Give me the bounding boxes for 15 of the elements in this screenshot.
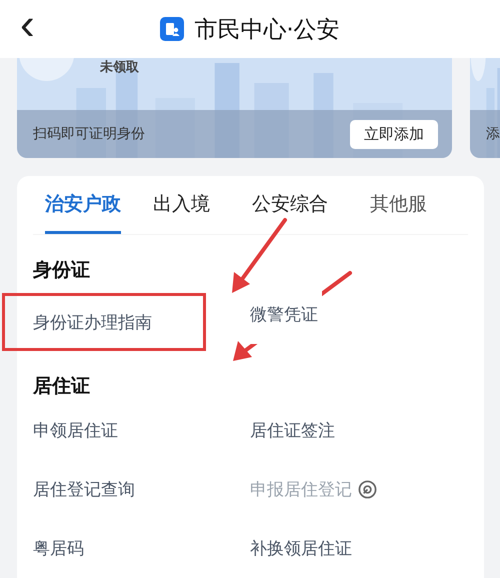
add-button[interactable]: 立即添加 [350,120,438,148]
card-caption: 扫码即可证明身份 [33,125,145,143]
tab[interactable]: 其他服 [370,176,427,234]
restricted-icon [358,480,377,499]
card-status: 未领取 [100,59,139,76]
section-title: 居住证 [33,374,91,399]
tab[interactable]: 治安户政 [45,176,121,234]
section-title: 身份证 [33,258,91,283]
card-caption: 添 [486,125,500,143]
tab[interactable]: 出入境 [153,176,210,234]
tab[interactable]: 公安综合 [252,176,328,234]
app-logo-icon [160,17,184,41]
service-link[interactable]: 身份证办理指南 [2,293,206,351]
back-button[interactable]: ‹ [14,2,41,48]
page-title: 市民中心·公安 [194,16,340,44]
